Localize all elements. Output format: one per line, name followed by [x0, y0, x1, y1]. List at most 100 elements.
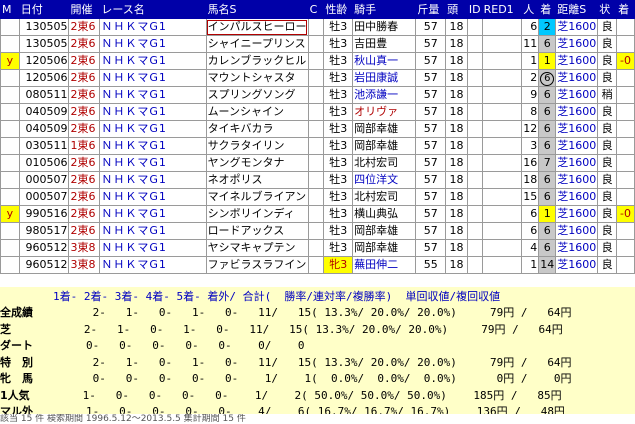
- row-c[interactable]: [307, 120, 325, 138]
- row-dist[interactable]: 芝1600: [555, 154, 599, 172]
- row-kaisai[interactable]: 1東6: [68, 137, 101, 155]
- row-sexage[interactable]: 牡3: [323, 69, 354, 87]
- table-row[interactable]: 040509 2東6 ＮＨＫマG1 タイキバカラ 牡3 岡部幸雄 57 18 12 6 芝1600 良: [0, 120, 635, 138]
- row-cond[interactable]: 良: [597, 103, 618, 121]
- row-kaisai[interactable]: 2東6: [68, 205, 101, 223]
- row-c[interactable]: [307, 222, 325, 240]
- row-id[interactable]: [466, 239, 483, 257]
- row-heads[interactable]: 18: [445, 205, 468, 223]
- row-date[interactable]: 010506: [18, 154, 70, 172]
- row-weight[interactable]: 57: [415, 154, 447, 172]
- row-jockey[interactable]: 岡部幸雄: [352, 120, 417, 138]
- row-diff[interactable]: [616, 188, 635, 206]
- row-heads[interactable]: 18: [445, 69, 468, 87]
- row-jockey[interactable]: 田中勝春: [352, 18, 417, 36]
- row-jockey[interactable]: 北村宏司: [352, 188, 417, 206]
- col-rank[interactable]: 着: [538, 0, 557, 19]
- row-kaisai[interactable]: 2東6: [68, 69, 101, 87]
- row-rank[interactable]: 6: [538, 120, 557, 138]
- table-row[interactable]: 130505 2東6 ＮＨＫマG1 シャイニープリンス 牡3 吉田豊 57 18 11 6 芝160…: [0, 35, 635, 53]
- row-sexage[interactable]: 牡3: [323, 239, 354, 257]
- row-dist[interactable]: 芝1600: [555, 256, 599, 274]
- row-cond[interactable]: 良: [597, 18, 618, 36]
- row-marker[interactable]: [0, 35, 20, 53]
- row-race[interactable]: ＮＨＫマG1: [99, 18, 207, 36]
- row-weight[interactable]: 57: [415, 103, 447, 121]
- row-race[interactable]: ＮＨＫマG1: [99, 52, 207, 70]
- row-dist[interactable]: 芝1600: [555, 137, 599, 155]
- row-c[interactable]: [307, 137, 325, 155]
- row-kaisai[interactable]: 2東6: [68, 52, 101, 70]
- row-diff[interactable]: -0: [616, 52, 635, 70]
- row-kaisai[interactable]: 2東6: [68, 188, 101, 206]
- row-horse[interactable]: マイネルブライアン: [205, 188, 309, 206]
- row-weight[interactable]: 57: [415, 222, 447, 240]
- row-weight[interactable]: 57: [415, 137, 447, 155]
- row-c[interactable]: [307, 86, 325, 104]
- row-horse[interactable]: インパルスヒーロー: [205, 18, 309, 36]
- row-sexage[interactable]: 牡3: [323, 171, 354, 189]
- row-cond[interactable]: 良: [597, 222, 618, 240]
- row-red1[interactable]: [481, 239, 523, 257]
- row-horse[interactable]: カレンブラックヒル: [205, 52, 309, 70]
- table-row[interactable]: 080511 2東6 ＮＨＫマG1 スプリングソング 牡3 池添謙一 57 18 9 6 芝1600…: [0, 86, 635, 104]
- table-row[interactable]: 980517 2東6 ＮＨＫマG1 ロードアックス 牡3 岡部幸雄 57 18 6 6 芝1600 良: [0, 222, 635, 240]
- row-date[interactable]: 000507: [18, 171, 70, 189]
- col-horse[interactable]: 馬名S: [205, 0, 309, 19]
- row-diff[interactable]: [616, 222, 635, 240]
- row-dist[interactable]: 芝1600: [555, 222, 599, 240]
- row-sexage[interactable]: 牡3: [323, 35, 354, 53]
- row-marker[interactable]: y: [0, 205, 20, 223]
- row-diff[interactable]: [616, 86, 635, 104]
- row-dist[interactable]: 芝1600: [555, 120, 599, 138]
- row-horse[interactable]: サクラタイリン: [205, 137, 309, 155]
- row-pop[interactable]: 6: [521, 18, 540, 36]
- row-rank[interactable]: 6: [538, 103, 557, 121]
- row-marker[interactable]: [0, 120, 20, 138]
- row-cond[interactable]: 良: [597, 35, 618, 53]
- row-red1[interactable]: [481, 171, 523, 189]
- row-id[interactable]: [466, 52, 483, 70]
- row-diff[interactable]: [616, 35, 635, 53]
- row-red1[interactable]: [481, 69, 523, 87]
- row-dist[interactable]: 芝1600: [555, 86, 599, 104]
- row-weight[interactable]: 57: [415, 205, 447, 223]
- row-sexage[interactable]: 牡3: [323, 205, 354, 223]
- row-date[interactable]: 030511: [18, 137, 70, 155]
- row-c[interactable]: [307, 205, 325, 223]
- row-kaisai[interactable]: 2東6: [68, 154, 101, 172]
- col-kaisai[interactable]: 開催: [68, 0, 101, 19]
- row-kaisai[interactable]: 2東6: [68, 35, 101, 53]
- row-heads[interactable]: 18: [445, 154, 468, 172]
- row-marker[interactable]: [0, 154, 20, 172]
- row-marker[interactable]: [0, 137, 20, 155]
- row-weight[interactable]: 55: [415, 256, 447, 274]
- col-heads[interactable]: 頭: [445, 0, 468, 19]
- row-rank[interactable]: 2: [538, 18, 557, 36]
- row-red1[interactable]: [481, 154, 523, 172]
- row-kaisai[interactable]: 2東6: [68, 103, 101, 121]
- row-heads[interactable]: 18: [445, 239, 468, 257]
- row-c[interactable]: [307, 256, 325, 274]
- row-marker[interactable]: [0, 222, 20, 240]
- row-red1[interactable]: [481, 120, 523, 138]
- row-sexage[interactable]: 牡3: [323, 154, 354, 172]
- row-id[interactable]: [466, 35, 483, 53]
- row-kaisai[interactable]: 2東6: [68, 86, 101, 104]
- row-rank[interactable]: 6: [538, 35, 557, 53]
- row-c[interactable]: [307, 188, 325, 206]
- row-id[interactable]: [466, 86, 483, 104]
- row-rank[interactable]: 14: [538, 256, 557, 274]
- row-pop[interactable]: 8: [521, 103, 540, 121]
- row-cond[interactable]: 良: [597, 154, 618, 172]
- row-c[interactable]: [307, 103, 325, 121]
- row-jockey[interactable]: オリヴァ: [352, 103, 417, 121]
- row-pop[interactable]: 1: [521, 256, 540, 274]
- row-heads[interactable]: 18: [445, 188, 468, 206]
- row-cond[interactable]: 良: [597, 69, 618, 87]
- row-sexage[interactable]: 牡3: [323, 103, 354, 121]
- table-row[interactable]: 000507 2東6 ＮＨＫマG1 ネオポリス 牡3 四位洋文 57 18 18 6 芝1600 良: [0, 171, 635, 189]
- row-weight[interactable]: 57: [415, 120, 447, 138]
- row-c[interactable]: [307, 18, 325, 36]
- row-sexage[interactable]: 牡3: [323, 18, 354, 36]
